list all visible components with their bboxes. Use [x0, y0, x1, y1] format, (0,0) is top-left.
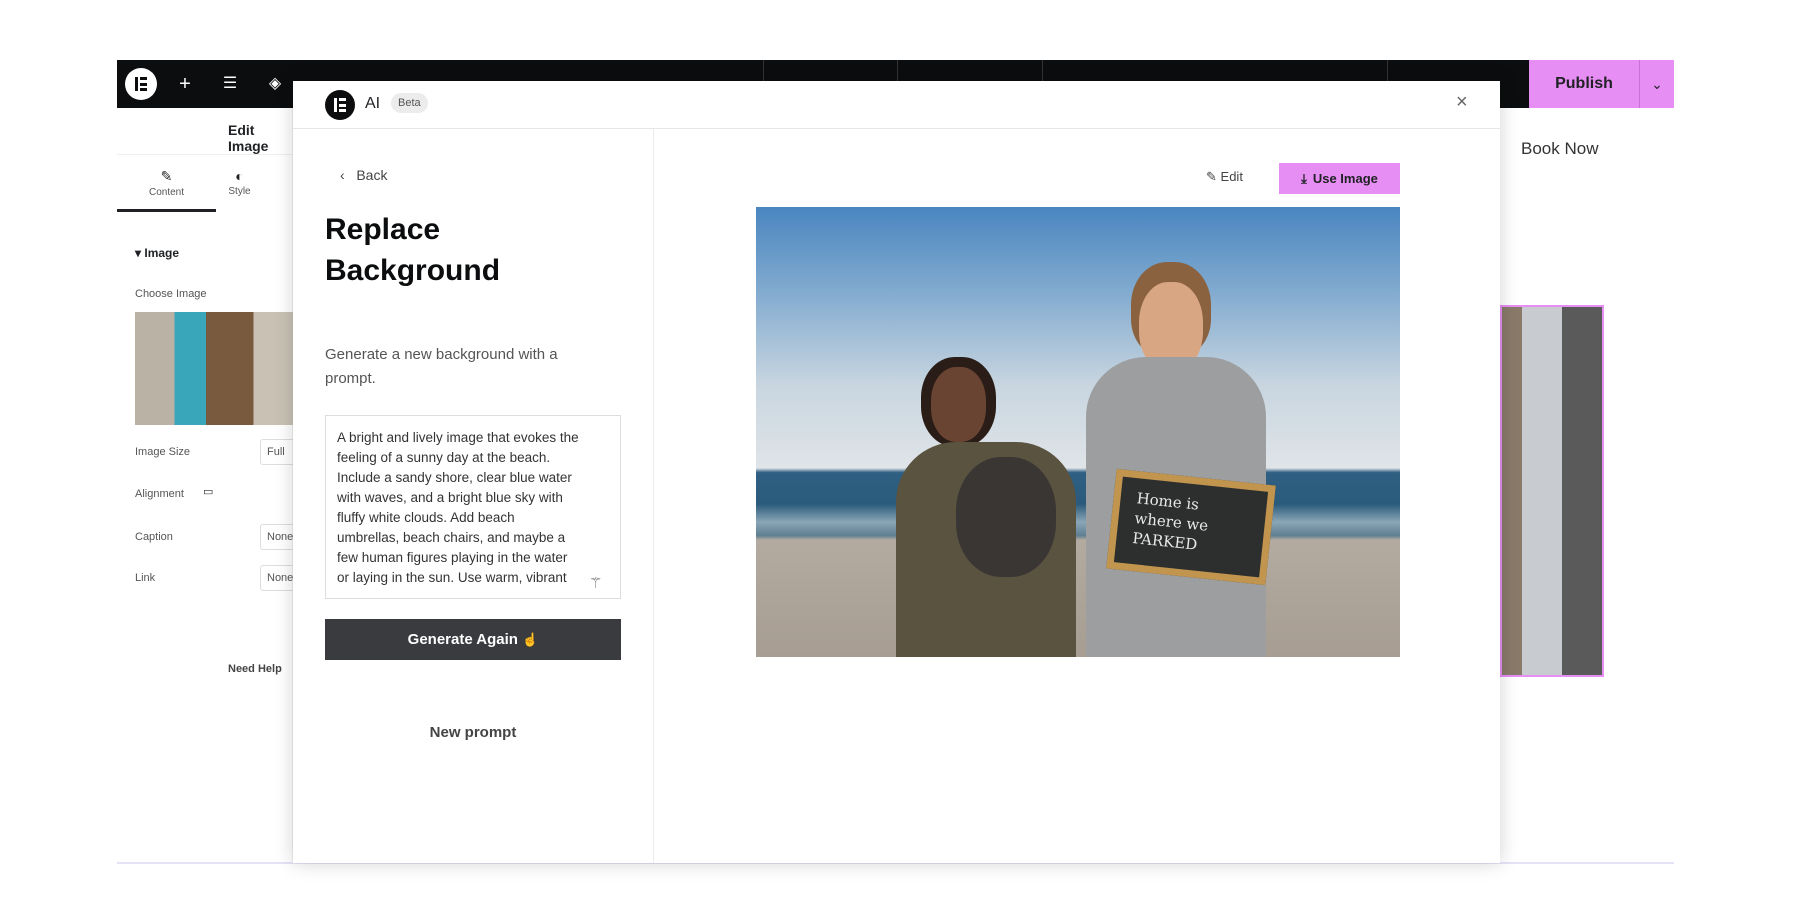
- close-icon[interactable]: ×: [1456, 91, 1468, 114]
- tab-style[interactable]: ◐ Style: [216, 168, 293, 197]
- modal-header: AI Beta ×: [293, 81, 1500, 129]
- magic-wand-icon[interactable]: ⚚: [589, 574, 602, 592]
- modal-sidebar: ‹ Back Replace Background Generate a new …: [293, 129, 654, 863]
- new-prompt-button[interactable]: New prompt: [325, 724, 621, 741]
- desktop-icon: ▭: [203, 486, 214, 498]
- prompt-input[interactable]: A bright and lively image that evokes th…: [325, 415, 621, 599]
- pencil-icon: ✎: [160, 168, 173, 184]
- back-button[interactable]: ‹ Back: [340, 167, 387, 183]
- beta-badge: Beta: [391, 93, 428, 113]
- section-toggle-image[interactable]: ▾ Image: [135, 246, 179, 260]
- sliders-icon[interactable]: ☰: [218, 72, 242, 96]
- contrast-icon: ◐: [235, 168, 244, 184]
- generated-image: Home is where we PARKED: [756, 207, 1400, 657]
- image-thumbnail[interactable]: [135, 312, 293, 425]
- edit-button[interactable]: ✎ Edit: [1206, 169, 1243, 185]
- chevron-left-icon: ‹: [340, 167, 345, 183]
- use-image-button[interactable]: ⤓ Use Image: [1279, 163, 1400, 194]
- layers-icon[interactable]: ◈: [263, 72, 287, 96]
- plus-icon[interactable]: +: [173, 72, 197, 96]
- generate-again-button[interactable]: Generate Again ☝: [325, 619, 621, 660]
- need-help-link[interactable]: Need Help: [228, 663, 282, 675]
- hand-cursor-icon: ☝: [522, 632, 539, 647]
- chevron-down-icon[interactable]: ⌄: [1639, 60, 1674, 108]
- download-icon: ⤓: [1301, 170, 1307, 186]
- elementor-logo-icon: [325, 90, 355, 120]
- publish-button[interactable]: Publish: [1529, 60, 1639, 108]
- elementor-logo-icon[interactable]: [125, 68, 157, 100]
- editor-panel: Edit Image ✎ Content ◐ Style ▾ Image Choos…: [117, 108, 320, 863]
- page-title: Replace Background: [325, 213, 501, 287]
- page-preview: Book Now: [1500, 108, 1674, 863]
- book-now-link[interactable]: Book Now: [1521, 139, 1598, 159]
- chalkboard-sign: Home is where we PARKED: [1106, 468, 1276, 586]
- subtitle: Generate a new background with a prompt.: [325, 346, 558, 387]
- modal-title: AI: [365, 95, 381, 112]
- ai-modal: AI Beta × ‹ Back Replace Background Gener…: [293, 81, 1500, 863]
- panel-title: Edit Image: [228, 122, 269, 154]
- pencil-icon: ✎: [1206, 169, 1217, 184]
- preview-image[interactable]: [1500, 305, 1604, 677]
- tab-content[interactable]: ✎ Content: [117, 168, 216, 198]
